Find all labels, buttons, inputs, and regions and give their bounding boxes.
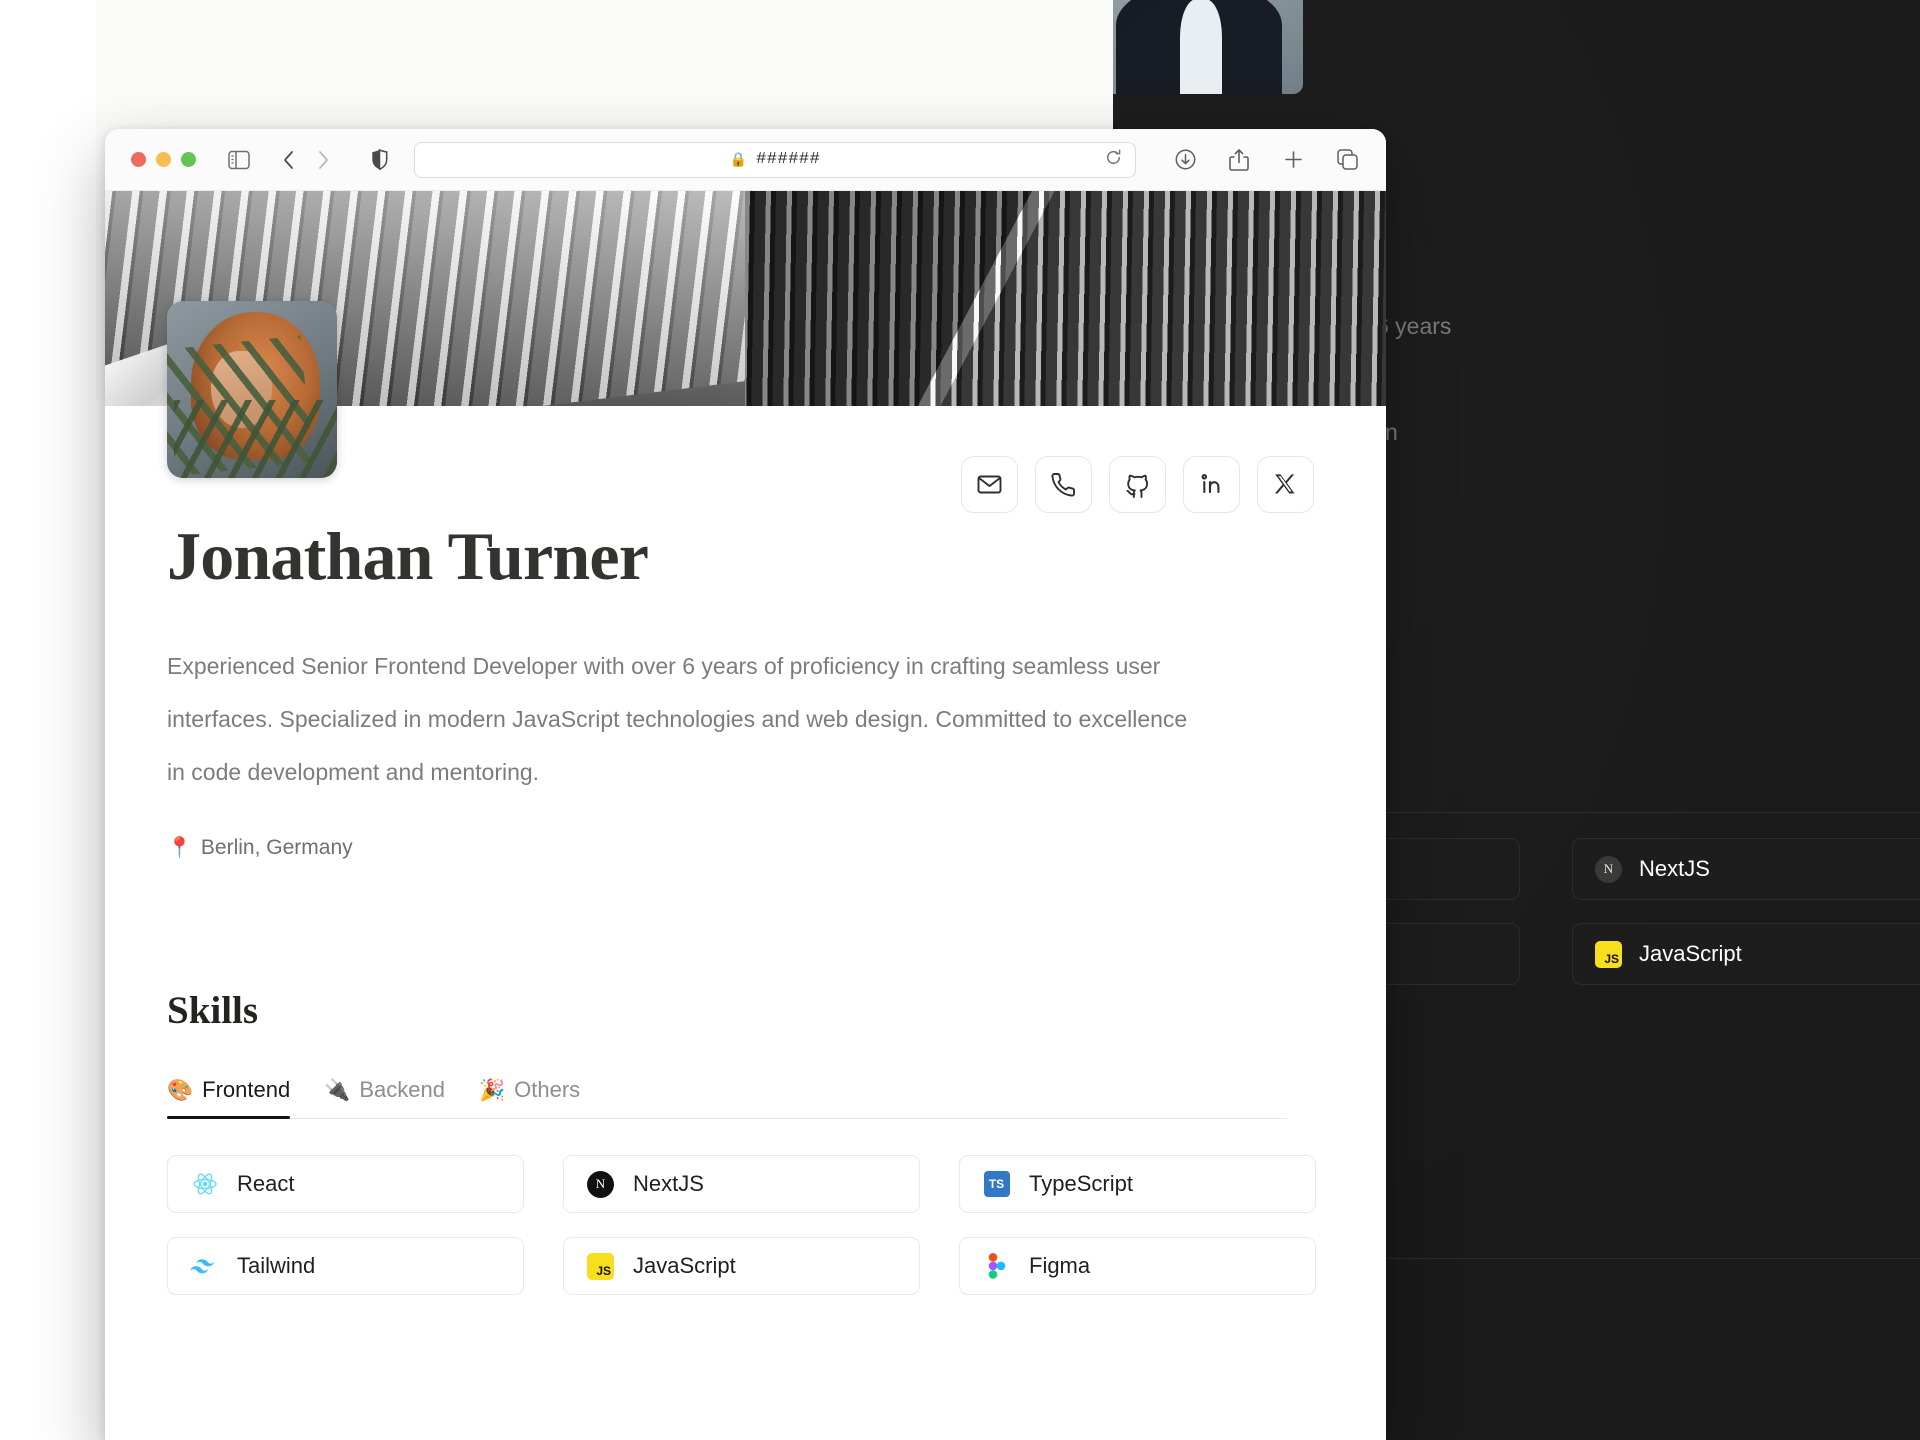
- sidebar-icon[interactable]: [222, 143, 256, 177]
- skills-list: React N NextJS TS TypeScript Tailwind JS…: [167, 1155, 1316, 1296]
- background-skill-chip-javascript[interactable]: JS JavaScript: [1572, 923, 1920, 985]
- skill-label: React: [237, 1171, 295, 1197]
- skills-heading: Skills: [167, 989, 259, 1033]
- background-avatar: [1113, 0, 1303, 94]
- address-bar[interactable]: 🔒 ######: [414, 141, 1136, 178]
- social-links: [961, 456, 1314, 513]
- address-bar-text[interactable]: ######: [756, 150, 820, 169]
- window-controls[interactable]: [131, 152, 196, 167]
- skill-label: NextJS: [633, 1171, 704, 1197]
- tab-others[interactable]: 🎉 Others: [479, 1077, 580, 1118]
- portfolio-page: Jonathan Turner Experienced Senior Front…: [105, 191, 1386, 1440]
- profile-location: 📍 Berlin, Germany: [167, 835, 1287, 860]
- profile-content: Jonathan Turner Experienced Senior Front…: [167, 518, 1316, 1296]
- javascript-icon: JS: [1595, 940, 1622, 968]
- skill-chip-javascript[interactable]: JS JavaScript: [563, 1237, 920, 1296]
- skills-tabs: 🎨 Frontend 🔌 Backend 🎉 Others: [167, 1077, 1287, 1120]
- skill-label: Figma: [1029, 1253, 1091, 1279]
- typescript-icon: TS: [982, 1170, 1011, 1199]
- plug-icon: 🔌: [324, 1078, 351, 1102]
- x-twitter-link[interactable]: [1257, 456, 1314, 513]
- tab-frontend-label: Frontend: [202, 1077, 291, 1103]
- skill-chip-typescript[interactable]: TS TypeScript: [959, 1155, 1316, 1214]
- figma-icon: [982, 1252, 1011, 1281]
- browser-toolbar: 🔒 ######: [105, 129, 1386, 191]
- minimize-window-button[interactable]: [156, 152, 171, 167]
- skill-label: JavaScript: [633, 1253, 736, 1279]
- screen: + Add New Task ⋮ DOING (6) Design settin…: [0, 0, 1920, 1440]
- nextjs-icon: N: [586, 1170, 615, 1199]
- palette-icon: 🎨: [167, 1078, 194, 1102]
- phone-link[interactable]: [1035, 456, 1092, 513]
- reload-icon[interactable]: [1105, 148, 1122, 171]
- location-pin-icon: 📍: [167, 837, 192, 860]
- email-link[interactable]: [961, 456, 1018, 513]
- close-window-button[interactable]: [131, 152, 146, 167]
- github-link[interactable]: [1109, 456, 1166, 513]
- react-icon: [190, 1170, 219, 1199]
- tab-frontend[interactable]: 🎨 Frontend: [167, 1077, 291, 1120]
- new-tab-icon[interactable]: [1276, 143, 1310, 177]
- tab-overview-icon[interactable]: [1330, 143, 1364, 177]
- skill-label: TypeScript: [1029, 1171, 1133, 1197]
- skill-chip-tailwind[interactable]: Tailwind: [167, 1237, 524, 1296]
- linkedin-link[interactable]: [1183, 456, 1240, 513]
- skill-label: Tailwind: [237, 1253, 316, 1279]
- tailwind-icon: [190, 1252, 219, 1281]
- toolbar-right-icons: [1168, 143, 1364, 177]
- skill-chip-nextjs[interactable]: N NextJS: [563, 1155, 920, 1214]
- nextjs-icon: N: [1595, 855, 1622, 883]
- background-skill-chip-nextjs[interactable]: N NextJS: [1572, 838, 1920, 900]
- downloads-icon[interactable]: [1168, 143, 1202, 177]
- lock-icon: 🔒: [729, 151, 748, 167]
- skill-chip-react[interactable]: React: [167, 1155, 524, 1214]
- profile-avatar: [167, 301, 337, 478]
- tab-backend[interactable]: 🔌 Backend: [324, 1077, 445, 1118]
- share-icon[interactable]: [1222, 143, 1256, 177]
- page-title: Jonathan Turner: [167, 518, 649, 594]
- privacy-shield-icon[interactable]: [362, 143, 396, 177]
- safari-browser-window[interactable]: 🔒 ###### Jonathan Turner Experienced Sen…: [105, 129, 1386, 1440]
- tab-others-label: Others: [514, 1077, 581, 1103]
- maximize-window-button[interactable]: [181, 152, 196, 167]
- profile-bio: Experienced Senior Frontend Developer wi…: [167, 653, 1188, 786]
- party-popper-icon: 🎉: [479, 1078, 506, 1102]
- skill-chip-figma[interactable]: Figma: [959, 1237, 1316, 1296]
- forward-button[interactable]: [306, 143, 340, 177]
- tab-backend-label: Backend: [359, 1077, 445, 1103]
- javascript-icon: JS: [586, 1252, 615, 1281]
- back-button[interactable]: [272, 143, 306, 177]
- location-text: Berlin, Germany: [200, 835, 353, 859]
